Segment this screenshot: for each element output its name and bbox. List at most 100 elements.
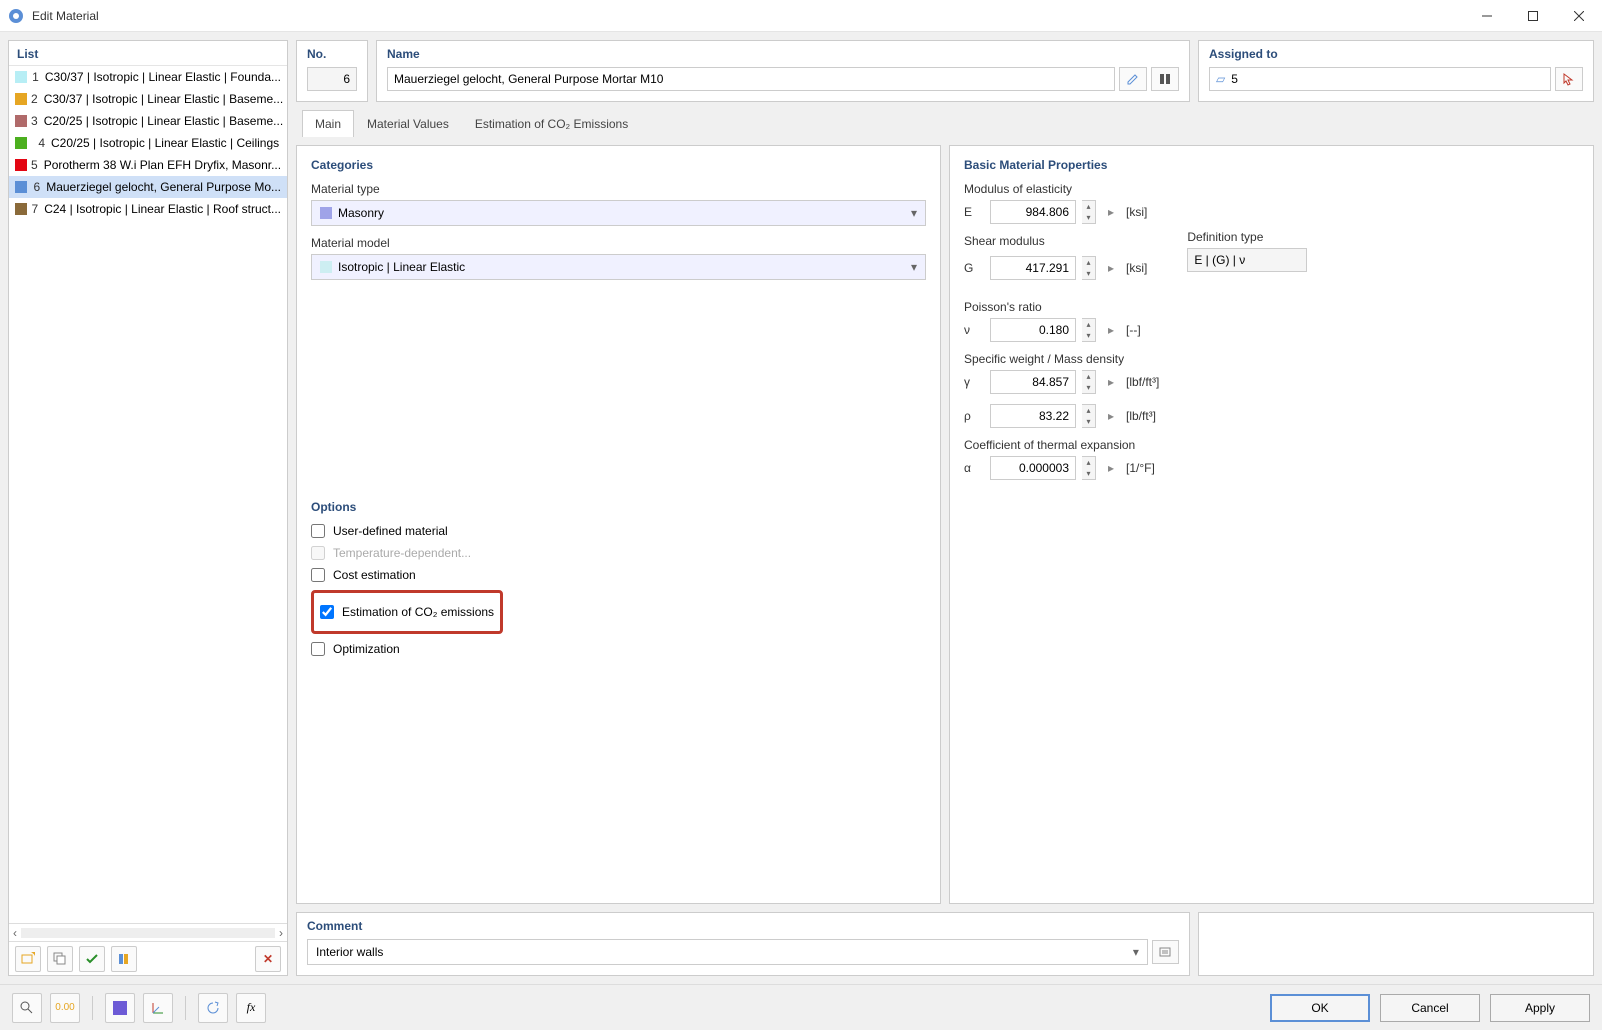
property-title: Poisson's ratio — [964, 300, 1579, 314]
property-unit: [ksi] — [1126, 261, 1147, 275]
no-field[interactable] — [307, 67, 357, 91]
refresh-button[interactable] — [198, 993, 228, 1023]
tab-estimation-of-co-emissions[interactable]: Estimation of CO₂ Emissions — [462, 110, 641, 137]
list-item-label: C24 | Isotropic | Linear Elastic | Roof … — [44, 202, 281, 216]
list-item[interactable]: 5 Porotherm 38 W.i Plan EFH Dryfix, Maso… — [9, 154, 287, 176]
property-symbol: α — [964, 461, 984, 475]
option-optimization[interactable]: Optimization — [311, 642, 926, 656]
material-list[interactable]: 1 C30/37 | Isotropic | Linear Elastic | … — [9, 66, 287, 923]
spinner[interactable]: ▴▾ — [1082, 456, 1096, 480]
library-name-button[interactable] — [1151, 67, 1179, 91]
spinner[interactable]: ▴▾ — [1082, 318, 1096, 342]
assigned-field[interactable]: ▱ 5 — [1209, 67, 1551, 91]
spinner[interactable]: ▴▾ — [1082, 370, 1096, 394]
spinner[interactable]: ▴▾ — [1082, 200, 1096, 224]
property-unit: [1/°F] — [1126, 461, 1155, 475]
list-item[interactable]: 1 C30/37 | Isotropic | Linear Elastic | … — [9, 66, 287, 88]
axes-button[interactable] — [143, 993, 173, 1023]
titlebar: Edit Material — [0, 0, 1602, 32]
material-model-combo[interactable]: Isotropic | Linear Elastic ▾ — [311, 254, 926, 280]
property-unit: [--] — [1126, 323, 1141, 337]
color-swatch — [15, 93, 27, 105]
window-maximize-button[interactable] — [1510, 0, 1556, 31]
property-value-field[interactable]: 0.000003 — [990, 456, 1076, 480]
list-item[interactable]: 7 C24 | Isotropic | Linear Elastic | Roo… — [9, 198, 287, 220]
material-model-swatch — [320, 261, 332, 273]
material-type-swatch — [320, 207, 332, 219]
spinner[interactable]: ▴▾ — [1082, 404, 1096, 428]
edit-name-button[interactable] — [1119, 67, 1147, 91]
checkbox[interactable] — [311, 524, 325, 538]
option-label: Estimation of CO₂ emissions — [342, 605, 494, 619]
option-estimation-of-co-emissions[interactable]: Estimation of CO₂ emissions — [320, 605, 494, 619]
goto-icon[interactable]: ▸ — [1102, 370, 1120, 394]
option-label: Temperature-dependent... — [333, 546, 471, 560]
option-user-defined-material[interactable]: User-defined material — [311, 524, 926, 538]
apply-button[interactable]: Apply — [1490, 994, 1590, 1022]
check-button[interactable] — [79, 946, 105, 972]
list-item-label: C20/25 | Isotropic | Linear Elastic | Ce… — [51, 136, 279, 150]
delete-item-button[interactable]: ✕ — [255, 946, 281, 972]
scroll-left-icon[interactable]: ‹ — [13, 926, 17, 940]
property-value-field[interactable]: 984.806 — [990, 200, 1076, 224]
list-item-label: Mauerziegel gelocht, General Purpose Mo.… — [46, 180, 281, 194]
copy-item-button[interactable] — [47, 946, 73, 972]
property-row: α 0.000003 ▴▾ ▸ [1/°F] — [964, 456, 1579, 480]
name-card: Name Mauerziegel gelocht, General Purpos… — [376, 40, 1190, 102]
list-item-number: 2 — [31, 92, 38, 106]
app-icon — [8, 8, 24, 24]
goto-icon[interactable]: ▸ — [1102, 200, 1120, 224]
formula-button[interactable]: fx — [236, 993, 266, 1023]
material-type-combo[interactable]: Masonry ▾ — [311, 200, 926, 226]
checkbox[interactable] — [311, 642, 325, 656]
tab-material-values[interactable]: Material Values — [354, 110, 462, 137]
svg-text:✦: ✦ — [30, 952, 35, 960]
list-item-number: 6 — [31, 180, 40, 194]
chevron-down-icon: ▾ — [1133, 945, 1139, 959]
pick-assigned-button[interactable] — [1555, 67, 1583, 91]
library-button[interactable] — [111, 946, 137, 972]
property-unit: [ksi] — [1126, 205, 1147, 219]
units-button[interactable]: 0.00 — [50, 993, 80, 1023]
list-item-number: 5 — [31, 158, 38, 172]
property-row: G 417.291 ▴▾ ▸ [ksi] — [964, 256, 1147, 280]
list-item[interactable]: 2 C30/37 | Isotropic | Linear Elastic | … — [9, 88, 287, 110]
no-label: No. — [307, 47, 357, 61]
comment-combo[interactable]: Interior walls ▾ — [307, 939, 1148, 965]
list-horizontal-scrollbar[interactable]: ‹ › — [9, 923, 287, 941]
color-swatch — [15, 203, 27, 215]
property-symbol: E — [964, 205, 984, 219]
list-item[interactable]: 6 Mauerziegel gelocht, General Purpose M… — [9, 176, 287, 198]
tab-main[interactable]: Main — [302, 110, 354, 137]
definition-type-field[interactable]: E | (G) | ν — [1187, 248, 1307, 272]
scrollbar-track[interactable] — [21, 928, 275, 938]
color-button[interactable] — [105, 993, 135, 1023]
goto-icon[interactable]: ▸ — [1102, 318, 1120, 342]
comment-extra-button[interactable] — [1152, 940, 1179, 964]
new-item-button[interactable]: ✦ — [15, 946, 41, 972]
list-item-number: 7 — [31, 202, 38, 216]
goto-icon[interactable]: ▸ — [1102, 256, 1120, 280]
option-label: Cost estimation — [333, 568, 416, 582]
property-row: ν 0.180 ▴▾ ▸ [--] — [964, 318, 1579, 342]
window-close-button[interactable] — [1556, 0, 1602, 31]
option-cost-estimation[interactable]: Cost estimation — [311, 568, 926, 582]
list-item[interactable]: 4 C20/25 | Isotropic | Linear Elastic | … — [9, 132, 287, 154]
property-value-field[interactable]: 84.857 — [990, 370, 1076, 394]
checkbox[interactable] — [311, 568, 325, 582]
scroll-right-icon[interactable]: › — [279, 926, 283, 940]
name-field[interactable]: Mauerziegel gelocht, General Purpose Mor… — [387, 67, 1115, 91]
goto-icon[interactable]: ▸ — [1102, 404, 1120, 428]
property-value-field[interactable]: 417.291 — [990, 256, 1076, 280]
property-value-field[interactable]: 0.180 — [990, 318, 1076, 342]
checkbox[interactable] — [320, 605, 334, 619]
ok-button[interactable]: OK — [1270, 994, 1370, 1022]
search-button[interactable] — [12, 993, 42, 1023]
spinner[interactable]: ▴▾ — [1082, 256, 1096, 280]
window-minimize-button[interactable] — [1464, 0, 1510, 31]
property-value-field[interactable]: 83.22 — [990, 404, 1076, 428]
property-row: E 984.806 ▴▾ ▸ [ksi] — [964, 200, 1579, 224]
list-item[interactable]: 3 C20/25 | Isotropic | Linear Elastic | … — [9, 110, 287, 132]
goto-icon[interactable]: ▸ — [1102, 456, 1120, 480]
cancel-button[interactable]: Cancel — [1380, 994, 1480, 1022]
